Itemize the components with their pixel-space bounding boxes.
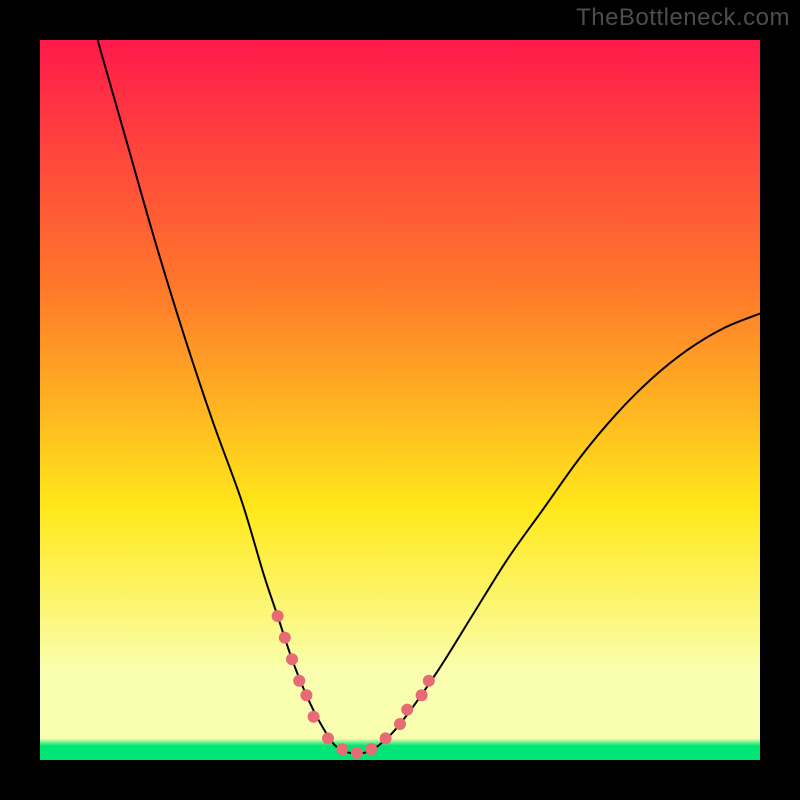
highlight-marker [380,732,392,744]
highlight-marker [286,653,298,665]
plot-background [40,40,760,760]
highlight-marker [272,610,284,622]
highlight-marker [293,675,305,687]
chart-frame: TheBottleneck.com [0,0,800,800]
highlight-marker [279,632,291,644]
highlight-marker [351,747,363,759]
highlight-marker [394,718,406,730]
highlight-marker [423,675,435,687]
highlight-marker [401,704,413,716]
highlight-marker [308,711,320,723]
highlight-marker [300,689,312,701]
highlight-marker [322,732,334,744]
highlight-marker [365,743,377,755]
watermark-text: TheBottleneck.com [576,4,790,32]
bottleneck-plot [40,40,760,760]
highlight-marker [416,689,428,701]
highlight-marker [336,743,348,755]
